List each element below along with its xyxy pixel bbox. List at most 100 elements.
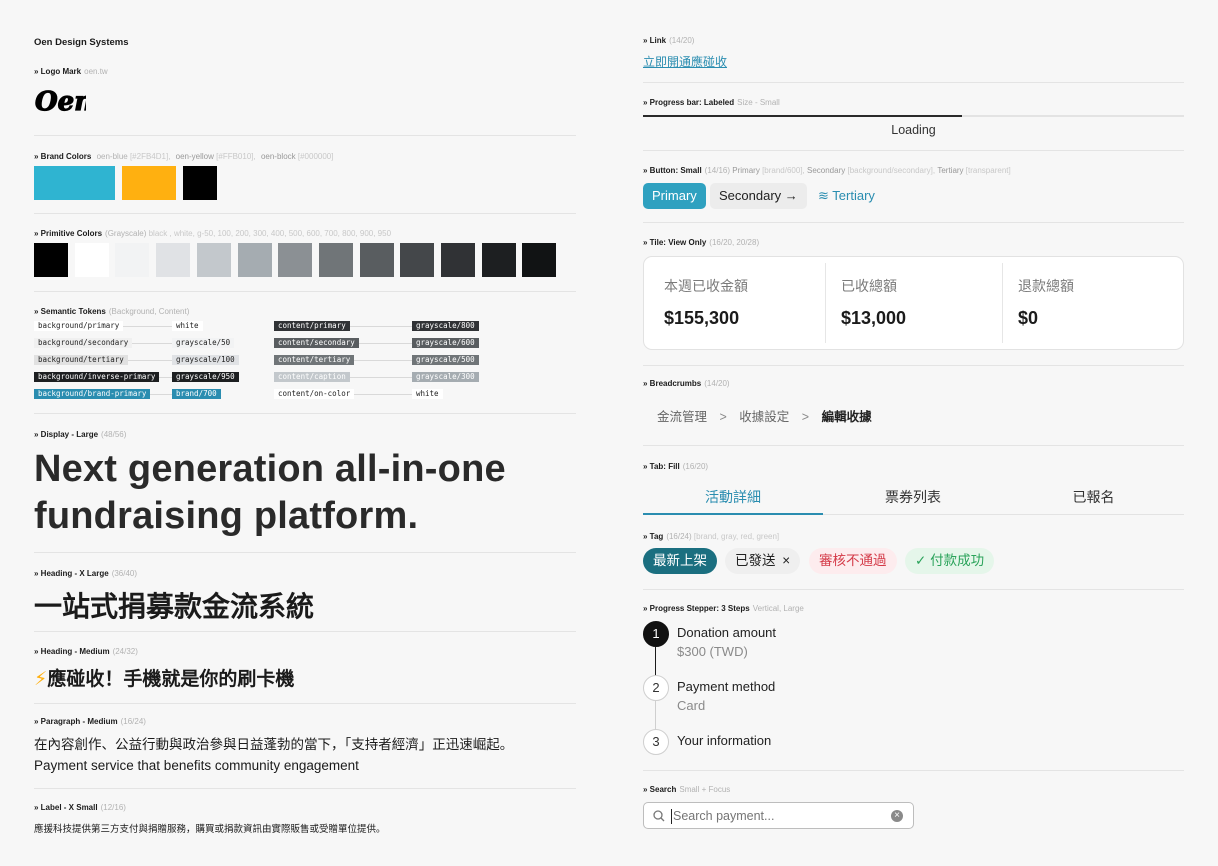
token-bg-name: background/secondary xyxy=(34,338,133,348)
tile-item-refund: 退款總額 $0 xyxy=(1018,278,1074,328)
breadcrumb-item-payment[interactable]: 金流管理 xyxy=(657,410,707,424)
app-title: Oen Design Systems xyxy=(34,37,129,48)
step-2-indicator: 2 xyxy=(643,675,669,701)
token-content-value: grayscale/300 xyxy=(412,372,479,382)
display-line-1: Next generation all-in-one xyxy=(34,448,506,490)
primitive-swatch-g-700 xyxy=(400,243,435,277)
token-content-name: content/primary xyxy=(274,321,350,331)
search-input[interactable] xyxy=(673,806,883,826)
primitive-swatch-g-300 xyxy=(237,243,272,277)
step-1-sub: $300 (TWD) xyxy=(677,644,748,659)
primitive-swatch-white xyxy=(74,243,109,277)
token-content-name: content/tertiary xyxy=(274,355,355,365)
tag-red: 審核不通過 xyxy=(809,548,897,574)
lightning-icon: ⚡ xyxy=(34,669,48,690)
primitive-swatch-g-500 xyxy=(318,243,353,277)
primitive-color-swatches xyxy=(34,243,576,277)
label-xs-text: 應援科技提供第三方支付與捐贈服務，購買或捐款資訊由實際販售或受贈單位提供。 xyxy=(34,824,386,835)
token-bg-name: background/primary xyxy=(34,321,124,331)
token-bg-value: brand/700 xyxy=(172,389,221,399)
paragraph-md-label: » Paragraph - Medium (16/24) xyxy=(34,717,146,726)
tag-brand: 最新上架 xyxy=(643,548,717,574)
token-bg-value: grayscale/950 xyxy=(172,372,239,382)
primitive-swatch-g-50 xyxy=(115,243,150,277)
oen-logo: Oen xyxy=(34,82,576,122)
stepper-label: » Progress Stepper: 3 Steps Vertical, Lar… xyxy=(643,604,804,613)
display-large-label: » Display - Large (48/56) xyxy=(34,430,127,439)
step-2-sub: Card xyxy=(677,698,706,713)
breadcrumb-item-current: 編輯收據 xyxy=(821,410,872,424)
logo-mark-label: » Logo Mark oen.tw xyxy=(34,67,108,76)
layers-icon: ≋ xyxy=(818,188,829,203)
heading-md-text: ⚡應碰收！手機就是你的刷卡機 xyxy=(34,669,295,690)
tag-gray: 已發送 × xyxy=(725,548,801,574)
progress-fill xyxy=(643,115,963,117)
token-content-value: grayscale/600 xyxy=(412,338,479,348)
token-content-value: white xyxy=(412,389,443,399)
primitive-swatch-g-400 xyxy=(278,243,313,277)
token-content-name: content/on-color xyxy=(274,389,355,399)
primitive-colors-label: » Primitive Colors (Grayscale) black , wh… xyxy=(34,229,392,238)
primitive-swatch-g-100 xyxy=(156,243,191,277)
step-3-title: Your information xyxy=(677,733,772,748)
tab-registered[interactable]: 已報名 xyxy=(1003,480,1184,515)
stats-tile: 本週已收金額 $155,300 已收總額 $13,000 退款總額 $0 xyxy=(643,256,1184,350)
label-xs-label: » Label - X Small (12/16) xyxy=(34,803,126,812)
brand-color-swatches xyxy=(34,166,576,200)
primary-button[interactable]: Primary xyxy=(643,183,706,209)
primitive-swatch-black xyxy=(34,243,68,277)
token-content-value: grayscale/500 xyxy=(412,355,479,365)
step-2-title: Payment method xyxy=(677,679,776,694)
display-large-text: Next generation all-in-one fundraising p… xyxy=(34,446,576,540)
primitive-swatch-g-900 xyxy=(481,243,516,277)
tag-green: ✓ 付款成功 xyxy=(905,548,995,574)
tab-activity-details[interactable]: 活動詳細 xyxy=(643,480,823,515)
token-bg-name: background/brand-primary xyxy=(34,389,151,399)
breadcrumb: 金流管理 > 收據設定 > 編輯收據 xyxy=(657,406,1198,425)
display-line-2: fundraising platform. xyxy=(34,495,419,537)
brand-swatch-oen-yellow xyxy=(122,166,176,200)
token-bg-name: background/inverse-primary xyxy=(34,372,160,382)
brand-colors-label: » Brand Colors oen-blue [#2FB4D1], oen-y… xyxy=(34,152,334,161)
clear-icon[interactable]: × xyxy=(891,810,903,822)
check-icon: ✓ xyxy=(915,553,927,568)
heading-xl-text: 一站式捐募款金流系統 xyxy=(34,591,315,622)
tile-label: » Tile: View Only (16/20, 20/28) xyxy=(643,238,760,247)
heading-md-label: » Heading - Medium (24/32) xyxy=(34,647,138,656)
progress-stepper: 1 Donation amount $300 (TWD) 2 Payment m… xyxy=(643,621,1184,759)
token-content-value: grayscale/800 xyxy=(412,321,479,331)
token-bg-name: background/tertiary xyxy=(34,355,128,365)
progress-bar-label: » Progress bar: Labeled Size - Small xyxy=(643,98,780,107)
search-box[interactable]: × xyxy=(643,802,914,829)
token-bg-value: grayscale/50 xyxy=(172,338,235,348)
search-icon xyxy=(653,810,665,822)
token-bg-value: grayscale/100 xyxy=(172,355,239,365)
tab-fill-label: » Tab: Fill (16/20) xyxy=(643,462,709,471)
breadcrumb-item-receipt[interactable]: 收據設定 xyxy=(739,410,789,424)
search-label: » Search Small + Focus xyxy=(643,785,731,794)
close-icon[interactable]: × xyxy=(782,553,790,568)
secondary-button[interactable]: Secondary → xyxy=(710,183,807,209)
step-3-indicator: 3 xyxy=(643,729,669,755)
tile-item-weekly: 本週已收金額 $155,300 xyxy=(664,278,748,328)
button-small-label: » Button: Small (14/16) Primary [brand/60… xyxy=(643,166,1011,175)
progress-track xyxy=(643,115,1184,117)
paragraph-md-text: 在內容創作、公益行動與政治參與日益蓬勃的當下，「支持者經濟」正迅速崛起。 Pay… xyxy=(34,734,576,776)
paragraph-line-1: 在內容創作、公益行動與政治參與日益蓬勃的當下，「支持者經濟」正迅速崛起。 xyxy=(34,737,514,752)
primitive-swatch-g-600 xyxy=(359,243,394,277)
link-open-account[interactable]: 立即開通應碰收 xyxy=(643,53,727,70)
chevron-right-icon: > xyxy=(719,410,727,424)
step-1-title: Donation amount xyxy=(677,625,777,640)
tag-label: » Tag (16/24) [brand, gray, red, green] xyxy=(643,532,780,541)
svg-text:Oen: Oen xyxy=(35,87,86,117)
paragraph-line-2: Payment service that benefits community … xyxy=(34,758,359,773)
semantic-tokens-label: » Semantic Tokens (Background, Content) xyxy=(34,307,190,316)
token-bg-value: white xyxy=(172,321,203,331)
brand-swatch-oen-blue xyxy=(34,166,115,200)
brand-swatch-oen-block xyxy=(183,166,217,200)
primitive-swatch-g-950 xyxy=(522,243,557,277)
tab-ticket-list[interactable]: 票券列表 xyxy=(823,480,1003,515)
step-1-indicator: 1 xyxy=(643,621,669,647)
tertiary-button[interactable]: ≋ Tertiary xyxy=(809,183,884,209)
link-label: » Link (14/20) xyxy=(643,36,695,45)
